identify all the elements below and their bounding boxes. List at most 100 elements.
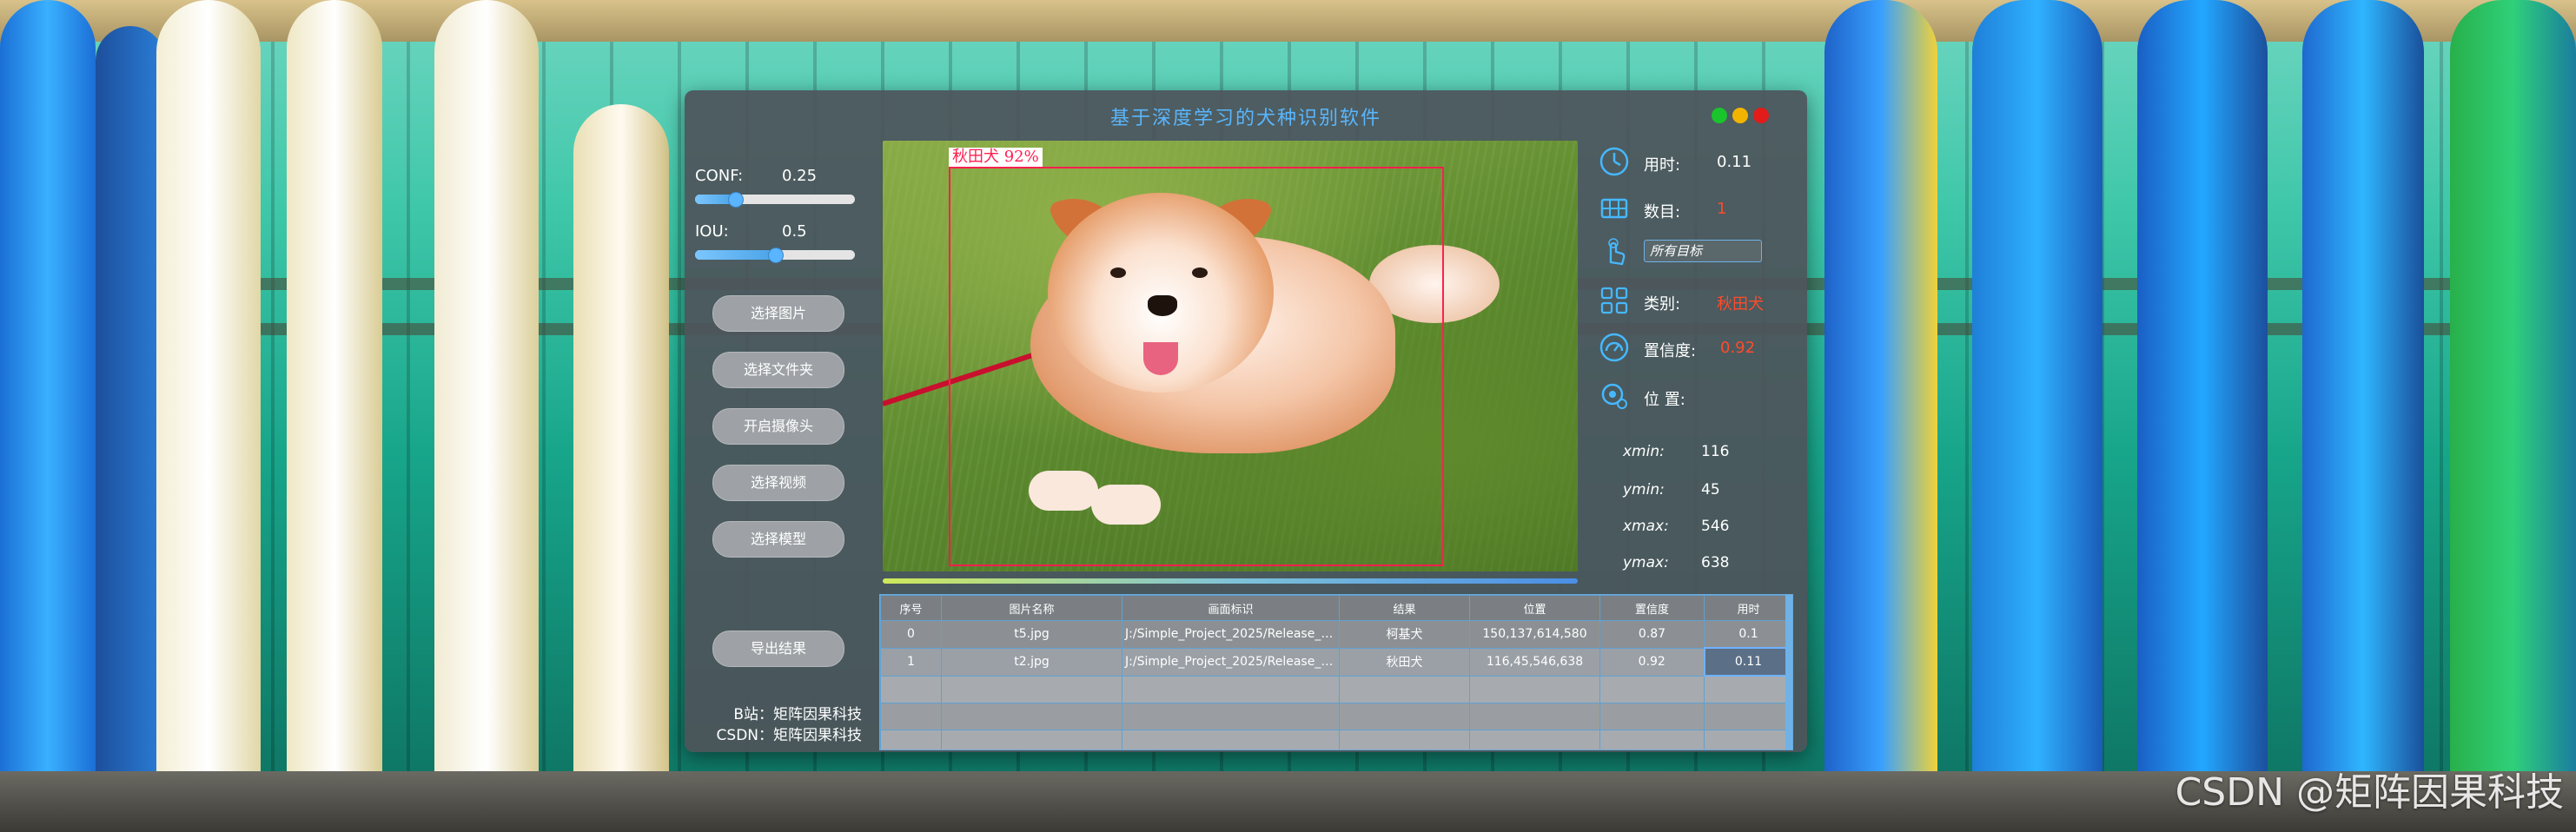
close-button[interactable]	[1753, 108, 1769, 123]
surfboard	[434, 0, 539, 832]
target-row: 所有目标	[1588, 236, 1798, 271]
title-bar[interactable]: 基于深度学习的犬种识别软件	[685, 90, 1807, 137]
select-video-button[interactable]: 选择视频	[712, 465, 844, 501]
xmax-value: 546	[1701, 518, 1730, 535]
export-panel: 导出结果 B站：矩阵因果科技 CSDN：矩阵因果科技	[695, 594, 865, 750]
app-window: 基于深度学习的犬种识别软件 CONF: 0.25 IOU: 0.5 选择图片 选…	[685, 90, 1807, 752]
column-header[interactable]: 序号	[880, 595, 942, 621]
xmin-row: xmin: 116	[1588, 443, 1798, 469]
timer-icon	[1599, 147, 1629, 176]
minimize-button[interactable]	[1732, 108, 1748, 123]
column-header[interactable]: 置信度	[1599, 595, 1705, 621]
table-cell[interactable]: J:/Simple_Project_2025/Release_Code...	[1122, 647, 1340, 677]
location-pin-icon	[1601, 383, 1627, 409]
table-cell[interactable]: J:/Simple_Project_2025/Release_Code...	[1122, 620, 1340, 649]
table-cell[interactable]: 1	[880, 647, 942, 677]
table-cell[interactable]: 0	[880, 620, 942, 649]
iou-slider-handle[interactable]	[768, 248, 784, 263]
window-title: 基于深度学习的犬种识别软件	[1109, 108, 1381, 129]
select-folder-button[interactable]: 选择文件夹	[712, 352, 844, 388]
surfboard	[96, 26, 165, 832]
class-label: 类别:	[1644, 295, 1681, 314]
ymin-row: ymin: 45	[1588, 481, 1798, 507]
column-header[interactable]: 画面标识	[1122, 595, 1340, 621]
confidence-row: 置信度: 0.92	[1588, 332, 1798, 366]
pointer-icon	[1608, 238, 1626, 266]
control-panel: CONF: 0.25 IOU: 0.5 选择图片 选择文件夹 开启摄像头 选择视…	[695, 139, 865, 591]
xmin-value: 116	[1701, 443, 1730, 460]
surfboard	[287, 0, 382, 832]
surfboard	[156, 0, 261, 832]
detection-label: 秋田犬 92%	[949, 148, 1043, 167]
conf-slider-handle[interactable]	[728, 192, 744, 208]
export-results-button[interactable]: 导出结果	[712, 631, 844, 667]
result-panel: 用时: 0.11 数目: 1 所有目标 类别: 秋田犬 置信度: 0.92 位 …	[1588, 139, 1798, 591]
iou-row: IOU: 0.5	[695, 222, 865, 243]
table-cell[interactable]: 150,137,614,580	[1469, 620, 1600, 649]
table-cell[interactable]: 秋田犬	[1339, 647, 1470, 677]
surfboard	[2450, 0, 2576, 832]
iou-label: IOU:	[695, 222, 729, 241]
target-select[interactable]: 所有目标	[1644, 240, 1762, 262]
surfboard	[573, 104, 669, 832]
results-table[interactable]: 序号 图片名称 画面标识 结果 位置 置信度 用时 0 t5.jpg J:/Si…	[879, 594, 1793, 750]
column-header[interactable]: 用时	[1704, 595, 1792, 621]
count-icon	[1600, 198, 1628, 219]
xmax-row: xmax: 546	[1588, 518, 1798, 544]
ymax-label: ymax:	[1623, 554, 1669, 571]
surfboard	[1972, 0, 2103, 832]
surfboard	[1824, 0, 1937, 832]
watermark: CSDN @矩阵因果科技	[2175, 770, 2564, 815]
position-row: 位 置:	[1588, 380, 1798, 415]
ymin-label: ymin:	[1623, 481, 1665, 499]
position-label: 位 置:	[1644, 391, 1685, 409]
confidence-label: 置信度:	[1644, 342, 1697, 360]
table-cell[interactable]: 柯基犬	[1339, 620, 1470, 649]
iou-value: 0.5	[782, 222, 807, 241]
open-camera-button[interactable]: 开启摄像头	[712, 408, 844, 445]
confidence-value: 0.92	[1720, 339, 1756, 357]
csdn-credit: CSDN：矩阵因果科技	[716, 727, 862, 744]
maximize-button[interactable]	[1712, 108, 1727, 123]
table-cell[interactable]: 116,45,546,638	[1469, 647, 1600, 677]
table-row-empty	[880, 730, 1792, 749]
column-header[interactable]: 图片名称	[941, 595, 1122, 621]
xmax-label: xmax:	[1623, 518, 1669, 535]
conf-slider[interactable]	[695, 192, 855, 208]
conf-label: CONF:	[695, 167, 744, 185]
column-header[interactable]: 结果	[1339, 595, 1470, 621]
time-row: 用时: 0.11	[1588, 146, 1798, 181]
table-scrollbar[interactable]	[1785, 595, 1792, 749]
table-cell[interactable]: 0.87	[1599, 620, 1705, 649]
results-grid: 序号 图片名称 画面标识 结果 位置 置信度 用时 0 t5.jpg J:/Si…	[880, 595, 1792, 749]
table-cell[interactable]: 0.11	[1703, 647, 1792, 677]
table-cell[interactable]: t5.jpg	[941, 620, 1122, 649]
image-viewer: 秋田犬 92%	[883, 141, 1578, 571]
ymax-row: ymax: 638	[1588, 554, 1798, 580]
table-row[interactable]: 1 t2.jpg J:/Simple_Project_2025/Release_…	[880, 647, 1792, 677]
gauge-icon	[1599, 333, 1629, 362]
conf-value: 0.25	[782, 167, 818, 185]
table-row-empty	[880, 703, 1792, 730]
category-grid-icon	[1600, 287, 1628, 314]
table-cell[interactable]: 0.92	[1599, 647, 1705, 677]
ymin-value: 45	[1701, 481, 1720, 499]
progress-bar	[883, 578, 1578, 584]
table-cell[interactable]: t2.jpg	[941, 647, 1122, 677]
table-header-row: 序号 图片名称 画面标识 结果 位置 置信度 用时	[880, 595, 1792, 621]
surfboard	[2302, 0, 2424, 832]
bilibili-credit: B站：矩阵因果科技	[733, 706, 862, 723]
iou-slider[interactable]	[695, 248, 855, 263]
surfboard	[2137, 0, 2268, 832]
detection-box	[949, 167, 1444, 566]
table-row-empty	[880, 675, 1792, 703]
count-label: 数目:	[1644, 203, 1681, 221]
select-model-button[interactable]: 选择模型	[712, 521, 844, 558]
class-value: 秋田犬	[1717, 295, 1764, 314]
conf-row: CONF: 0.25	[695, 167, 865, 188]
surfboard	[0, 0, 96, 832]
table-cell[interactable]: 0.1	[1704, 620, 1792, 649]
table-row[interactable]: 0 t5.jpg J:/Simple_Project_2025/Release_…	[880, 620, 1792, 649]
column-header[interactable]: 位置	[1469, 595, 1600, 621]
select-image-button[interactable]: 选择图片	[712, 295, 844, 332]
